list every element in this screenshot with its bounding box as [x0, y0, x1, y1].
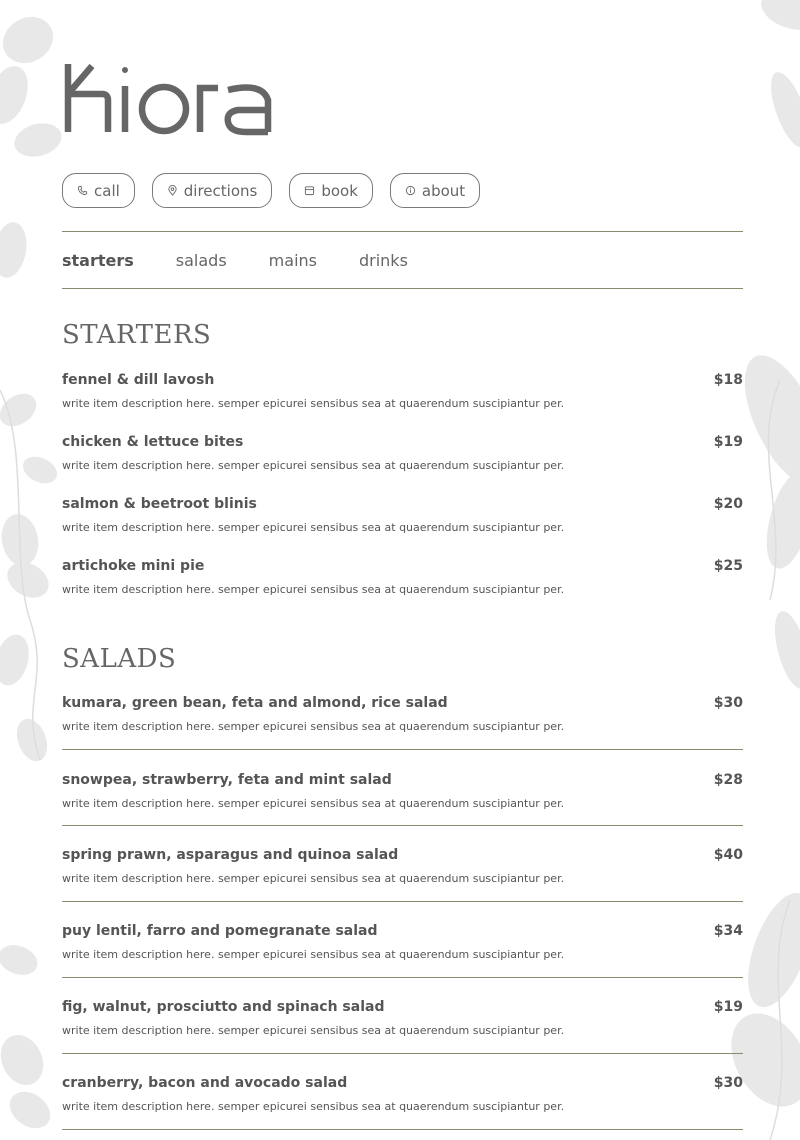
menu-item-price: $34	[713, 923, 743, 939]
menu-item-name: spring prawn, asparagus and quinoa salad	[62, 847, 399, 863]
menu-item-description: write item description here. semper epic…	[62, 1100, 565, 1113]
menu-item-price: $20	[713, 496, 743, 512]
item-divider	[62, 977, 743, 978]
tab-drinks[interactable]: drinks	[359, 251, 408, 270]
salads-heading: SALADS	[62, 644, 177, 674]
call-button-label: call	[94, 181, 120, 200]
tab-mains[interactable]: mains	[269, 251, 317, 270]
about-button[interactable]: about	[389, 173, 481, 208]
menu-item-description: write item description here. semper epic…	[62, 1024, 565, 1037]
brand-logo: kiora	[64, 63, 272, 136]
menu-item-price: $25	[713, 558, 743, 574]
item-divider	[62, 1053, 743, 1054]
starters-heading: STARTERS	[62, 320, 212, 350]
menu-item-description: write item description here. semper epic…	[62, 583, 565, 596]
book-button-label: book	[321, 181, 358, 200]
book-button[interactable]: book	[289, 173, 373, 208]
tab-starters[interactable]: starters	[62, 251, 134, 270]
phone-icon	[77, 185, 88, 196]
menu-item-name: fig, walnut, prosciutto and spinach sala…	[62, 999, 385, 1015]
menu-item-description: write item description here. semper epic…	[62, 521, 565, 534]
category-tabs: starters salads mains drinks	[62, 231, 743, 289]
menu-item-price: $19	[713, 999, 743, 1015]
item-divider	[62, 901, 743, 902]
menu-item-name: chicken & lettuce bites	[62, 434, 244, 450]
action-bar: call directions book about	[62, 173, 481, 208]
menu-item-price: $28	[713, 772, 743, 788]
menu-item-price: $18	[713, 372, 743, 388]
menu-item-name: snowpea, strawberry, feta and mint salad	[62, 772, 392, 788]
menu-item-description: write item description here. semper epic…	[62, 720, 565, 733]
menu-item-name: salmon & beetroot blinis	[62, 496, 257, 512]
menu-item-name: kumara, green bean, feta and almond, ric…	[62, 695, 448, 711]
menu-item-description: write item description here. semper epic…	[62, 797, 565, 810]
menu-item-description: write item description here. semper epic…	[62, 397, 565, 410]
menu-item-name: fennel & dill lavosh	[62, 372, 215, 388]
calendar-icon	[305, 186, 315, 196]
item-divider	[62, 825, 743, 826]
item-divider	[62, 749, 743, 750]
item-divider	[62, 1129, 743, 1130]
info-icon	[405, 185, 415, 196]
directions-button[interactable]: directions	[151, 173, 273, 208]
directions-button-label: directions	[183, 181, 258, 200]
menu-item-price: $30	[713, 1075, 743, 1091]
menu-item-description: write item description here. semper epic…	[62, 948, 565, 961]
menu-item-description: write item description here. semper epic…	[62, 872, 565, 885]
menu-item-price: $19	[713, 434, 743, 450]
call-button[interactable]: call	[62, 173, 135, 208]
menu-item-description: write item description here. semper epic…	[62, 459, 565, 472]
menu-item-name: artichoke mini pie	[62, 558, 205, 574]
menu-item-name: puy lentil, farro and pomegranate salad	[62, 923, 378, 939]
location-pin-icon	[168, 185, 177, 196]
about-button-label: about	[421, 181, 466, 200]
tab-salads[interactable]: salads	[176, 251, 227, 270]
menu-item-price: $30	[713, 695, 743, 711]
menu-item-name: cranberry, bacon and avocado salad	[62, 1075, 348, 1091]
menu-item-price: $40	[713, 847, 743, 863]
